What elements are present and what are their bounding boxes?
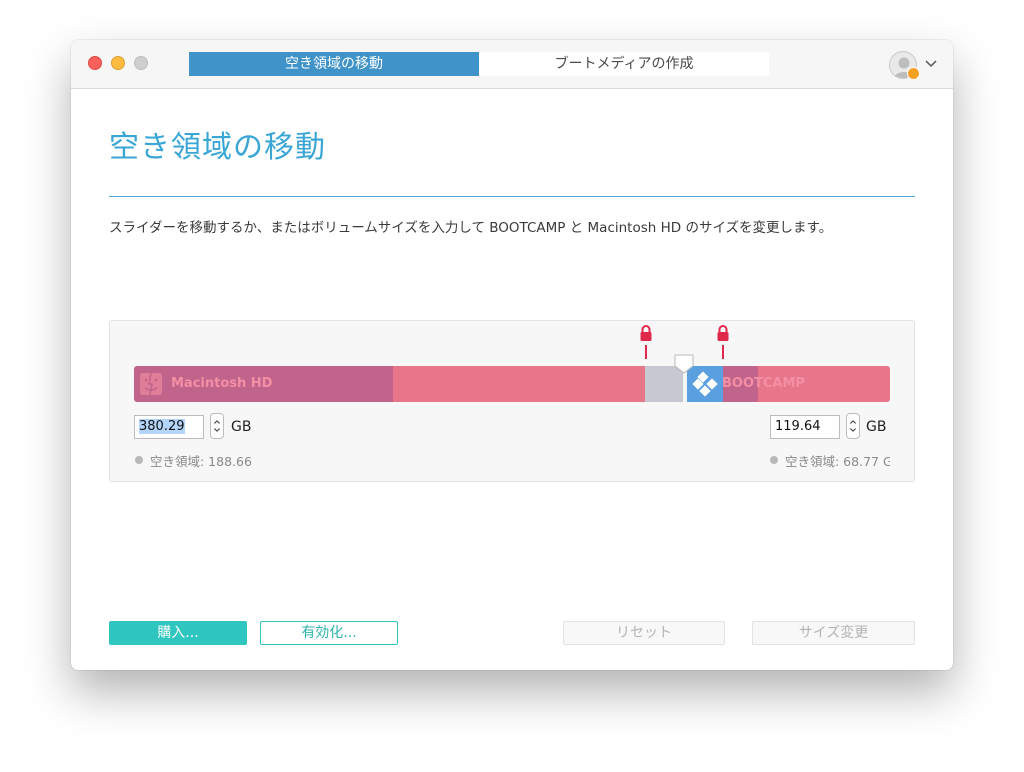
finder-icon bbox=[140, 372, 162, 396]
notification-badge bbox=[907, 67, 920, 80]
lock-icon[interactable] bbox=[639, 324, 653, 342]
reset-button[interactable]: リセット bbox=[563, 621, 725, 645]
minimize-window-button[interactable] bbox=[111, 56, 125, 70]
windows-logo-icon bbox=[692, 371, 718, 397]
tab-move-free-space[interactable]: 空き領域の移動 bbox=[189, 52, 479, 76]
activate-button[interactable]: 有効化... bbox=[260, 621, 398, 645]
size-unit-label: GB bbox=[866, 419, 887, 435]
partition-panel: Macintosh HD BOOTCAMP 380.29 GB 119.64 G… bbox=[109, 320, 915, 482]
page-title: 空き領域の移動 bbox=[109, 130, 326, 165]
macintosh-hd-free-segment bbox=[393, 366, 645, 402]
close-window-button[interactable] bbox=[88, 56, 102, 70]
free-space-dot bbox=[135, 456, 143, 464]
macintosh-hd-size-input[interactable]: 380.29 bbox=[134, 415, 204, 439]
bootcamp-free-space: 空き領域: 68.77 GB bbox=[785, 454, 890, 469]
bootcamp-size-stepper[interactable] bbox=[846, 413, 860, 439]
size-unit-label: GB bbox=[231, 419, 252, 435]
lock-marker-line bbox=[722, 345, 724, 359]
buy-button[interactable]: 購入... bbox=[109, 621, 247, 645]
macintosh-hd-free-space: 空き領域: 188.66 bbox=[150, 454, 252, 469]
instruction-text: スライダーを移動するか、またはボリュームサイズを入力して BOOTCAMP と … bbox=[109, 220, 833, 236]
lock-icon[interactable] bbox=[716, 324, 730, 342]
app-window: 空き領域の移動 ブートメディアの作成 空き領域の移動 スライダーを移動するか、ま… bbox=[71, 40, 953, 670]
titlebar: 空き領域の移動 ブートメディアの作成 bbox=[71, 40, 953, 89]
chevron-down-icon[interactable] bbox=[924, 58, 938, 70]
tab-create-boot-media[interactable]: ブートメディアの作成 bbox=[479, 52, 769, 76]
bootcamp-size-input[interactable]: 119.64 bbox=[770, 415, 840, 439]
partition-slider-handle[interactable] bbox=[673, 353, 695, 375]
resize-button[interactable]: サイズ変更 bbox=[752, 621, 915, 645]
free-space-dot bbox=[770, 456, 778, 464]
zoom-window-button[interactable] bbox=[134, 56, 148, 70]
macintosh-hd-label: Macintosh HD bbox=[171, 376, 273, 391]
macintosh-hd-size-stepper[interactable] bbox=[210, 413, 224, 439]
lock-marker-line bbox=[645, 345, 647, 359]
title-divider bbox=[109, 196, 915, 197]
bootcamp-label: BOOTCAMP bbox=[722, 376, 805, 391]
